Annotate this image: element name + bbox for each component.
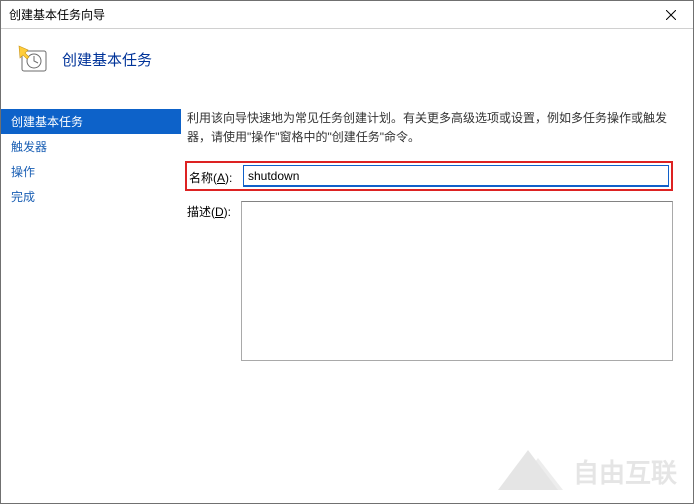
name-label: 名称(A): (189, 167, 243, 186)
name-input[interactable] (243, 165, 669, 187)
intro-text: 利用该向导快速地为常见任务创建计划。有关更多高级选项或设置，例如多任务操作或触发… (187, 109, 673, 147)
step-action[interactable]: 操作 (1, 159, 181, 184)
name-row: 名称(A): (185, 161, 673, 191)
titlebar: 创建基本任务向导 (1, 1, 693, 29)
scheduler-icon (16, 43, 48, 75)
close-button[interactable] (648, 1, 693, 28)
window-title: 创建基本任务向导 (9, 6, 105, 23)
description-row: 描述(D): (187, 201, 673, 361)
step-create-basic-task[interactable]: 创建基本任务 (1, 109, 181, 134)
wizard-header: 创建基本任务 (1, 29, 693, 91)
wizard-main-panel: 利用该向导快速地为常见任务创建计划。有关更多高级选项或设置，例如多任务操作或触发… (181, 91, 693, 501)
close-icon (666, 10, 676, 20)
description-input[interactable] (241, 201, 673, 361)
step-finish[interactable]: 完成 (1, 184, 181, 209)
description-label: 描述(D): (187, 201, 241, 220)
wizard-body: 创建基本任务 触发器 操作 完成 利用该向导快速地为常见任务创建计划。有关更多高… (1, 91, 693, 501)
wizard-steps-sidebar: 创建基本任务 触发器 操作 完成 (1, 91, 181, 501)
wizard-window: 创建基本任务向导 创建基本任务 创建基本任务 触发器 操作 完成 利用该向导快速… (0, 0, 694, 504)
page-title: 创建基本任务 (62, 49, 152, 70)
step-trigger[interactable]: 触发器 (1, 134, 181, 159)
